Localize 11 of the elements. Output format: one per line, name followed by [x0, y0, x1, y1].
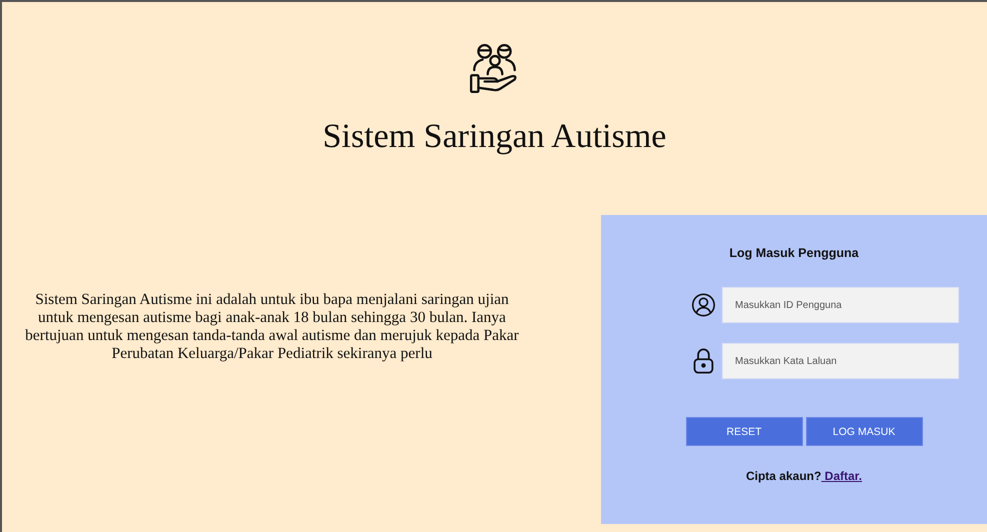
input-field[interactable]: Masukkan Kata Laluan [722, 343, 959, 379]
form-button[interactable]: RESET [686, 417, 802, 446]
input-field[interactable]: Masukkan ID Pengguna [722, 287, 959, 323]
description-text: Sistem Saringan Autisme ini adalah untuk ibu bapa menjalani saringan ujian untuk mengesan autisme bagi anak-anak 18 bulan sehingga 30 bulan. Ianya bertujuan untuk mengesan tanda-tanda awal autisme dan merujuk kepada Pakar Perubatan Keluarga/Pakar Pediatrik sekiranya perlu [24, 291, 520, 364]
form-button[interactable]: LOG MASUK [806, 417, 922, 446]
lock-icon [691, 347, 716, 375]
login-title: Log Masuk Pengguna [729, 246, 859, 260]
signup-prompt: Cipta akaun? [746, 469, 822, 483]
signup-link[interactable]: Daftar. [821, 469, 862, 483]
page-title: Sistem Saringan Autisme [322, 118, 666, 156]
user-icon [691, 291, 716, 319]
